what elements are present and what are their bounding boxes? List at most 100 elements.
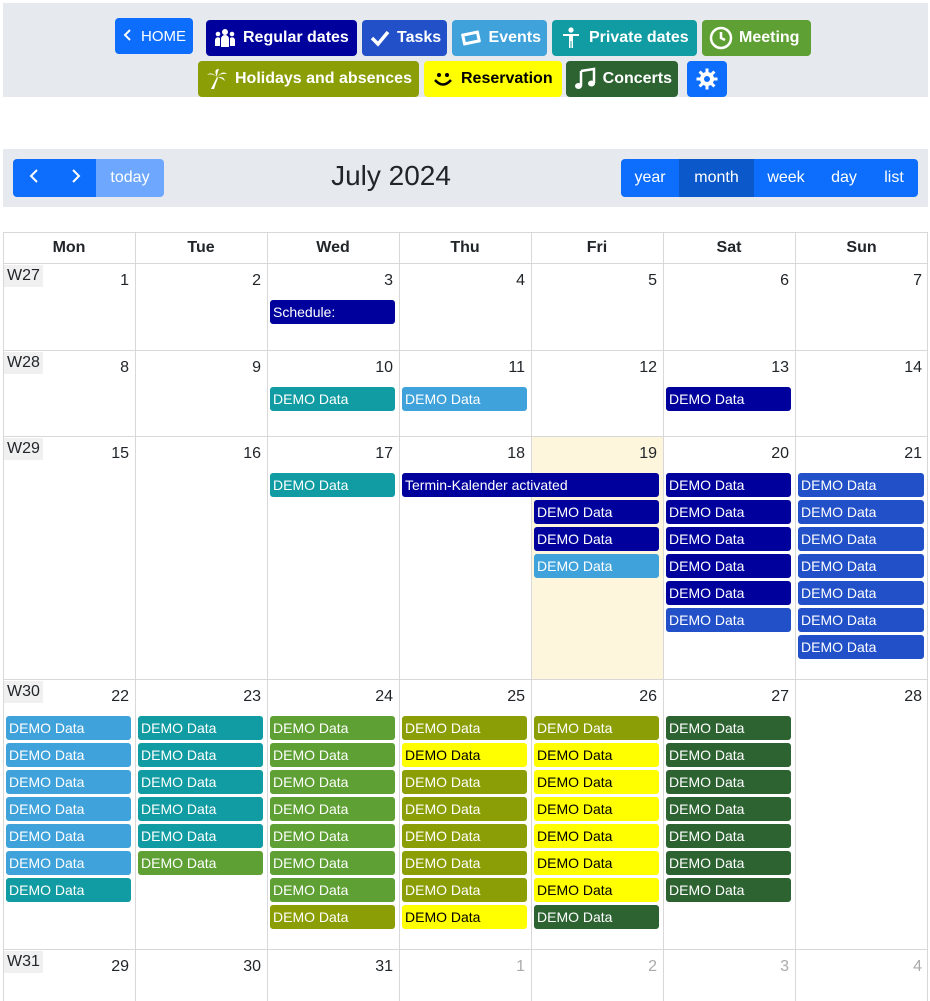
- calendar-event[interactable]: DEMO Data: [402, 797, 527, 821]
- calendar-event[interactable]: DEMO Data: [270, 905, 395, 929]
- prev-button[interactable]: [13, 159, 55, 197]
- calendar-event[interactable]: DEMO Data: [534, 905, 659, 929]
- calendar-event[interactable]: Termin-Kalender activated: [402, 473, 659, 497]
- calendar-event[interactable]: DEMO Data: [6, 851, 131, 875]
- calendar-event[interactable]: DEMO Data: [666, 608, 791, 632]
- calendar-event[interactable]: DEMO Data: [666, 500, 791, 524]
- calendar-event[interactable]: DEMO Data: [534, 554, 659, 578]
- calendar-event[interactable]: DEMO Data: [798, 635, 924, 659]
- calendar-event[interactable]: DEMO Data: [402, 743, 527, 767]
- calendar-event[interactable]: DEMO Data: [6, 770, 131, 794]
- calendar-event[interactable]: DEMO Data: [270, 797, 395, 821]
- concerts-button[interactable]: Concerts: [566, 61, 678, 97]
- calendar-event[interactable]: DEMO Data: [666, 527, 791, 551]
- day-number[interactable]: 18: [399, 445, 525, 463]
- day-number[interactable]: 17: [267, 445, 393, 463]
- day-number[interactable]: 14: [795, 359, 922, 377]
- calendar-event[interactable]: DEMO Data: [402, 905, 527, 929]
- calendar-event[interactable]: DEMO Data: [534, 797, 659, 821]
- day-number[interactable]: 28: [795, 688, 922, 706]
- events-button[interactable]: Events: [452, 20, 547, 56]
- day-number[interactable]: 5: [531, 272, 657, 290]
- view-week-button[interactable]: week: [754, 159, 818, 197]
- calendar-event[interactable]: DEMO Data: [270, 473, 395, 497]
- meeting-button[interactable]: Meeting: [702, 20, 811, 56]
- calendar-event[interactable]: DEMO Data: [666, 770, 791, 794]
- day-number[interactable]: 22: [3, 688, 129, 706]
- calendar-event[interactable]: DEMO Data: [666, 387, 791, 411]
- calendar-event[interactable]: DEMO Data: [666, 581, 791, 605]
- next-button[interactable]: [55, 159, 96, 197]
- calendar-event[interactable]: DEMO Data: [666, 716, 791, 740]
- calendar-event[interactable]: DEMO Data: [138, 824, 263, 848]
- day-number[interactable]: 8: [3, 359, 129, 377]
- day-number[interactable]: 24: [267, 688, 393, 706]
- calendar-event[interactable]: DEMO Data: [666, 554, 791, 578]
- calendar-event[interactable]: DEMO Data: [666, 797, 791, 821]
- calendar-event[interactable]: DEMO Data: [270, 851, 395, 875]
- day-number[interactable]: 27: [663, 688, 789, 706]
- calendar-event[interactable]: DEMO Data: [6, 824, 131, 848]
- home-button[interactable]: HOME: [115, 18, 193, 54]
- calendar-event[interactable]: DEMO Data: [666, 851, 791, 875]
- day-number[interactable]: 6: [663, 272, 789, 290]
- day-number[interactable]: 7: [795, 272, 922, 290]
- calendar-event[interactable]: DEMO Data: [402, 824, 527, 848]
- calendar-event[interactable]: DEMO Data: [6, 716, 131, 740]
- calendar-event[interactable]: DEMO Data: [270, 878, 395, 902]
- calendar-event[interactable]: DEMO Data: [270, 387, 395, 411]
- settings-button[interactable]: [687, 61, 727, 97]
- calendar-event[interactable]: DEMO Data: [6, 797, 131, 821]
- day-number[interactable]: 4: [399, 272, 525, 290]
- tasks-button[interactable]: Tasks: [362, 20, 447, 56]
- calendar-event[interactable]: DEMO Data: [402, 878, 527, 902]
- day-number[interactable]: 10: [267, 359, 393, 377]
- view-year-button[interactable]: year: [621, 159, 679, 197]
- calendar-event[interactable]: DEMO Data: [798, 581, 924, 605]
- day-number[interactable]: 30: [135, 958, 261, 976]
- holidays-button[interactable]: Holidays and absences: [198, 61, 419, 97]
- calendar-event[interactable]: DEMO Data: [402, 716, 527, 740]
- calendar-event[interactable]: DEMO Data: [270, 743, 395, 767]
- day-number[interactable]: 4: [795, 958, 922, 976]
- calendar-event[interactable]: Schedule:: [270, 300, 395, 324]
- day-number[interactable]: 16: [135, 445, 261, 463]
- calendar-event[interactable]: DEMO Data: [6, 743, 131, 767]
- day-number[interactable]: 13: [663, 359, 789, 377]
- calendar-event[interactable]: DEMO Data: [138, 716, 263, 740]
- day-number[interactable]: 3: [663, 958, 789, 976]
- calendar-event[interactable]: DEMO Data: [798, 608, 924, 632]
- calendar-event[interactable]: DEMO Data: [270, 824, 395, 848]
- day-number[interactable]: 11: [399, 359, 525, 377]
- calendar-event[interactable]: DEMO Data: [270, 770, 395, 794]
- calendar-event[interactable]: DEMO Data: [798, 527, 924, 551]
- calendar-event[interactable]: DEMO Data: [798, 473, 924, 497]
- calendar-event[interactable]: DEMO Data: [534, 527, 659, 551]
- day-number[interactable]: 2: [135, 272, 261, 290]
- day-number[interactable]: 31: [267, 958, 393, 976]
- calendar-event[interactable]: DEMO Data: [402, 770, 527, 794]
- calendar-event[interactable]: DEMO Data: [138, 770, 263, 794]
- today-button[interactable]: today: [96, 159, 164, 197]
- calendar-event[interactable]: DEMO Data: [138, 851, 263, 875]
- day-number[interactable]: 1: [3, 272, 129, 290]
- calendar-event[interactable]: DEMO Data: [666, 878, 791, 902]
- regular-dates-button[interactable]: Regular dates: [206, 20, 357, 56]
- day-number[interactable]: 19: [531, 445, 657, 463]
- day-number[interactable]: 26: [531, 688, 657, 706]
- calendar-event[interactable]: DEMO Data: [798, 500, 924, 524]
- day-number[interactable]: 21: [795, 445, 922, 463]
- calendar-event[interactable]: DEMO Data: [138, 743, 263, 767]
- day-number[interactable]: 2: [531, 958, 657, 976]
- calendar-event[interactable]: DEMO Data: [6, 878, 131, 902]
- day-number[interactable]: 20: [663, 445, 789, 463]
- calendar-event[interactable]: DEMO Data: [534, 500, 659, 524]
- day-number[interactable]: 3: [267, 272, 393, 290]
- calendar-event[interactable]: DEMO Data: [270, 716, 395, 740]
- private-dates-button[interactable]: Private dates: [552, 20, 697, 56]
- view-month-button[interactable]: month: [679, 159, 754, 197]
- day-number[interactable]: 25: [399, 688, 525, 706]
- calendar-event[interactable]: DEMO Data: [534, 770, 659, 794]
- view-list-button[interactable]: list: [870, 159, 918, 197]
- calendar-event[interactable]: DEMO Data: [534, 851, 659, 875]
